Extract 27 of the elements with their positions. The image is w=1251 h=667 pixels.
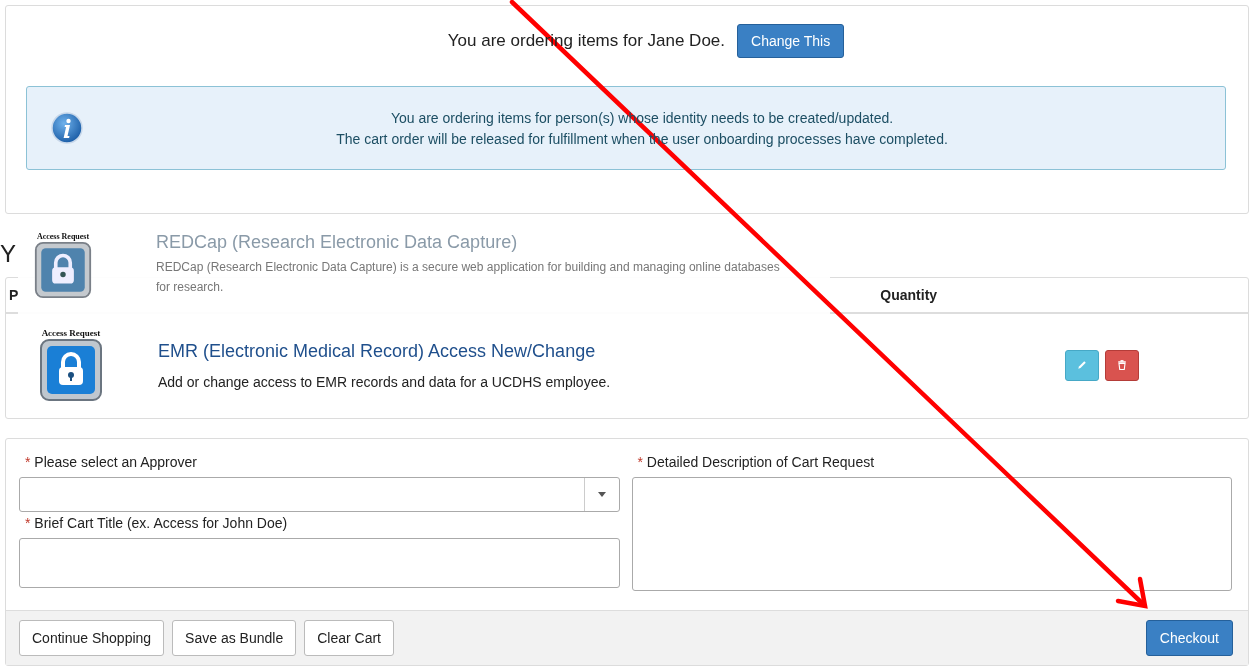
lock-icon	[38, 338, 104, 402]
change-this-button[interactable]: Change This	[737, 24, 845, 58]
trash-icon	[1116, 359, 1128, 371]
item-description: REDCap (Research Electronic Data Capture) is a secure web application for building and managing online databases for research.	[156, 259, 781, 296]
checkout-button[interactable]: Checkout	[1145, 620, 1233, 656]
delete-button[interactable]	[1105, 349, 1139, 381]
info-icon	[51, 112, 83, 144]
icon-caption: Access Request	[41, 328, 101, 338]
field-label: * Detailed Description of Cart Request	[637, 454, 876, 470]
item-title-link[interactable]: EMR (Electronic Medical Record) Access New/Change	[158, 340, 596, 361]
icon-caption: Access Request	[36, 232, 90, 241]
column-header: P	[9, 287, 19, 303]
description-field[interactable]	[631, 477, 1232, 591]
approver-select[interactable]	[19, 477, 620, 512]
footer-button[interactable]: Clear Cart	[304, 620, 394, 656]
field-label: * Brief Cart Title (ex. Access for John Doe)	[25, 515, 289, 531]
item-title: REDCap (Research Electronic Data Capture)	[156, 232, 518, 252]
footer-button[interactable]: Continue Shopping	[19, 620, 165, 656]
caret-icon	[597, 492, 606, 497]
pencil-icon	[1076, 359, 1088, 371]
footer-button[interactable]: Save as Bundle	[172, 620, 297, 656]
field-label: * Please select an Approver	[25, 454, 198, 470]
cart-heading: Y	[0, 240, 16, 268]
edit-button[interactable]	[1065, 349, 1099, 381]
cart-title-field[interactable]	[19, 538, 620, 588]
column-header: Quantity	[880, 287, 938, 303]
item-description: Add or change access to EMR records and data for a UCDHS employee.	[158, 373, 611, 390]
